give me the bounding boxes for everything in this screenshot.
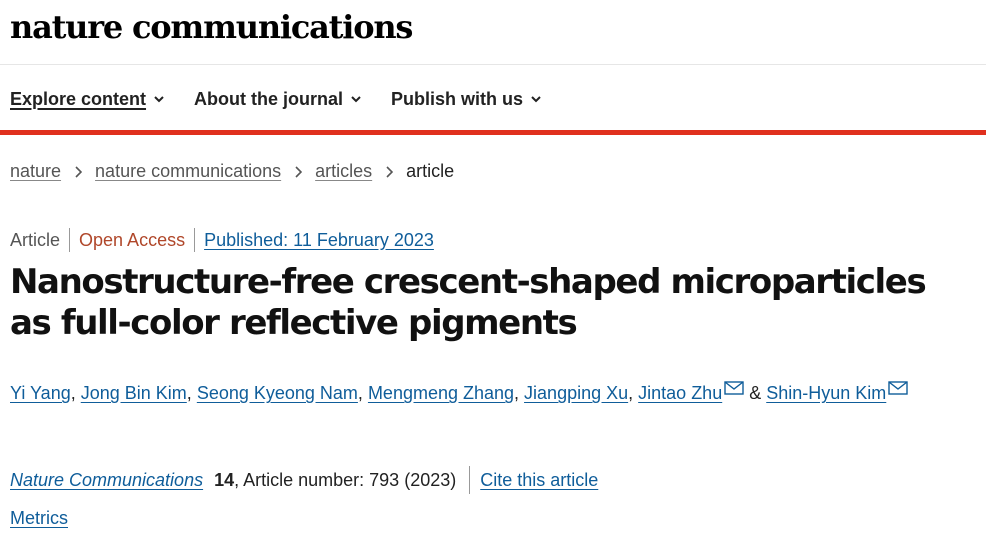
author-ampersand: & <box>744 383 767 403</box>
author-link[interactable]: Mengmeng Zhang <box>368 383 514 403</box>
author-link[interactable]: Jong Bin Kim <box>81 383 187 403</box>
envelope-icon[interactable] <box>724 381 744 395</box>
breadcrumb-articles[interactable]: articles <box>315 161 372 182</box>
citation-row: Nature Communications 14 , Article numbe… <box>10 466 598 494</box>
nav-explore-content-label: Explore content <box>10 88 147 109</box>
chevron-down-icon <box>154 96 164 103</box>
author-link[interactable]: Jintao Zhu <box>638 383 722 403</box>
author-link[interactable]: Seong Kyeong Nam <box>197 383 358 403</box>
nav-explore-content[interactable]: Explore content <box>10 86 164 112</box>
citation-divider <box>469 466 471 494</box>
nav-about-journal-label: About the journal <box>194 88 344 109</box>
breadcrumb-nature-communications[interactable]: nature communications <box>95 161 281 182</box>
article-number: , Article number: 793 (2023) <box>234 469 457 490</box>
author-link[interactable]: Yi Yang <box>10 383 71 403</box>
article-title: Nanostructure-free crescent-shaped micro… <box>10 262 927 343</box>
chevron-right-icon <box>386 165 394 178</box>
metrics-link[interactable]: Metrics <box>10 508 68 529</box>
author-separator: , <box>514 383 525 403</box>
open-access-badge: Open Access <box>79 229 186 250</box>
author-separator: , <box>186 383 197 403</box>
nav-publish-label: Publish with us <box>391 88 524 109</box>
site-logo[interactable]: nature communications <box>10 8 413 46</box>
author-separator: , <box>628 383 639 403</box>
chevron-right-icon <box>295 165 303 178</box>
article-type: Article <box>10 229 61 250</box>
breadcrumb: nature nature communications articles ar… <box>10 161 454 182</box>
chevron-down-icon <box>351 96 361 103</box>
cite-article-link[interactable]: Cite this article <box>480 470 598 491</box>
breadcrumb-current: article <box>406 161 455 181</box>
author-link[interactable]: Shin-Hyun Kim <box>766 383 886 403</box>
nav-publish-with-us[interactable]: Publish with us <box>391 86 541 112</box>
chevron-right-icon <box>75 165 83 178</box>
envelope-icon[interactable] <box>888 381 908 395</box>
author-list: Yi Yang, Jong Bin Kim, Seong Kyeong Nam,… <box>10 374 940 412</box>
chevron-down-icon <box>531 96 541 103</box>
main-nav: Explore content About the journal Publis… <box>10 86 571 112</box>
header-divider <box>0 64 986 65</box>
breadcrumb-nature[interactable]: nature <box>10 161 61 182</box>
published-date-link[interactable]: Published: 11 February 2023 <box>204 230 434 251</box>
volume-number: 14 <box>214 469 235 490</box>
journal-link[interactable]: Nature Communications <box>10 470 203 491</box>
article-meta: Article Open Access Published: 11 Februa… <box>10 228 434 252</box>
author-separator: , <box>70 383 81 403</box>
nav-about-journal[interactable]: About the journal <box>194 86 361 112</box>
author-separator: , <box>357 383 368 403</box>
author-link[interactable]: Jiangping Xu <box>524 383 628 403</box>
meta-divider <box>69 228 71 252</box>
accent-bar <box>0 130 986 135</box>
meta-divider <box>194 228 196 252</box>
